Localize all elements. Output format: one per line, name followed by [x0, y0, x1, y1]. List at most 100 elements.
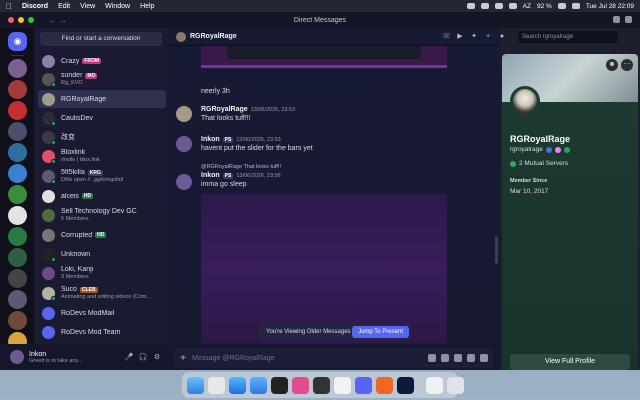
dm-item[interactable]: sunder MO Rg_EVO: [38, 70, 166, 88]
add-friend-icon[interactable]: ☻: [606, 59, 618, 71]
discord-home-icon[interactable]: ◉: [8, 32, 27, 51]
message-author[interactable]: RGRoyalRage: [201, 106, 248, 113]
clock[interactable]: Tue Jul 28 22:09: [586, 3, 634, 10]
dm-item[interactable]: Bloxlink/invite | blox.link: [38, 147, 166, 165]
apple-icon[interactable]: : [6, 2, 14, 11]
inbox-icon[interactable]: [613, 16, 620, 23]
mutual-servers[interactable]: 2 Mutual Servers: [510, 160, 568, 167]
gif-icon[interactable]: [441, 354, 449, 362]
badge-icon[interactable]: [554, 146, 561, 153]
image-embed[interactable]: [201, 46, 447, 68]
status-icon[interactable]: [494, 3, 503, 9]
server-icon[interactable]: [8, 248, 27, 267]
deafen-icon[interactable]: 🎧: [138, 352, 148, 362]
add-friends-icon[interactable]: +: [484, 33, 492, 41]
dm-item-active[interactable]: RGRoyalRage: [38, 90, 166, 108]
roblox-icon[interactable]: [313, 376, 330, 394]
sticker-icon[interactable]: [454, 354, 462, 362]
wifi-icon[interactable]: [557, 3, 566, 9]
input-source[interactable]: AZ: [523, 3, 531, 10]
menu-help[interactable]: Help: [140, 3, 154, 10]
gear-icon[interactable]: ⚙: [152, 352, 162, 362]
dm-item[interactable]: 5ft5killa KRG DMs open // .gg/kriegsfall: [38, 167, 166, 185]
mute-icon[interactable]: 🎤: [124, 352, 134, 362]
status-icon[interactable]: [508, 3, 517, 9]
help-icon[interactable]: [625, 16, 632, 23]
search-input[interactable]: Search rgroyalrage: [518, 31, 618, 43]
dm-item[interactable]: Crazy FROM: [38, 52, 166, 70]
photos-icon[interactable]: [292, 376, 309, 394]
server-icon[interactable]: [8, 143, 27, 162]
dm-item[interactable]: Unknown: [38, 245, 166, 263]
claude-icon[interactable]: [376, 376, 393, 394]
message-list[interactable]: neerly 3h RGRoyalRage 13/06/2026, 23:53 T…: [168, 46, 500, 344]
more-icon[interactable]: ⋯: [621, 59, 633, 71]
server-icon[interactable]: [8, 80, 27, 99]
jump-to-present-button[interactable]: Jump To Present: [352, 326, 409, 338]
menu-edit[interactable]: Edit: [58, 3, 70, 10]
badge-icon[interactable]: [563, 146, 570, 153]
mail-icon[interactable]: [250, 376, 267, 394]
find-conversation-button[interactable]: Find or start a conversation: [40, 32, 162, 46]
server-icon[interactable]: [8, 185, 27, 204]
server-icon[interactable]: [8, 122, 27, 141]
dm-item[interactable]: RoDevs ModMail: [38, 304, 166, 322]
dm-subtitle: Rg_EVO: [61, 80, 83, 86]
call-icon[interactable]: ☏: [442, 33, 451, 41]
status-icon[interactable]: [480, 3, 489, 9]
avatar[interactable]: [176, 136, 192, 152]
app-menu[interactable]: Discord: [22, 3, 48, 10]
server-icon[interactable]: [8, 164, 27, 183]
calendar-icon[interactable]: [334, 376, 351, 394]
profile-avatar[interactable]: [510, 86, 540, 116]
server-icon[interactable]: [8, 227, 27, 246]
dm-item[interactable]: Loki, Kanji 3 Members: [38, 264, 166, 282]
dm-item[interactable]: CaulisDev: [38, 109, 166, 127]
message-input[interactable]: Message @RGRoyalRage: [192, 355, 275, 362]
plus-icon[interactable]: +: [174, 353, 192, 364]
emoji-icon[interactable]: [467, 354, 475, 362]
avatar[interactable]: [176, 174, 192, 190]
badge-icon[interactable]: [545, 146, 552, 153]
avatar[interactable]: [176, 106, 192, 122]
dm-item[interactable]: Corrupted HD: [38, 226, 166, 244]
server-icon[interactable]: [8, 206, 27, 225]
status-icon[interactable]: [466, 3, 475, 9]
dm-item[interactable]: Sell Technology Dev GC 5 Members: [38, 206, 166, 224]
downloads-icon[interactable]: [426, 376, 443, 394]
message-author[interactable]: Inkon: [201, 172, 220, 179]
message-author[interactable]: Inkon: [201, 136, 220, 143]
video-attachment[interactable]: [201, 194, 447, 344]
server-icon[interactable]: [8, 269, 27, 288]
message-composer[interactable]: + Message @RGRoyalRage: [174, 348, 494, 368]
server-icon[interactable]: [8, 311, 27, 330]
control-center-icon[interactable]: [571, 3, 580, 9]
window-title: Direct Messages: [293, 16, 347, 24]
menu-view[interactable]: View: [80, 3, 95, 10]
dm-item[interactable]: alceis HD: [38, 187, 166, 205]
reply-reference[interactable]: @RGRoyalRage That looks tuff!!: [201, 164, 492, 170]
view-full-profile-button[interactable]: View Full Profile: [510, 354, 630, 370]
finder-icon[interactable]: [187, 376, 204, 394]
chatgpt-icon[interactable]: [271, 376, 288, 394]
launchpad-icon[interactable]: [208, 376, 225, 394]
battery-text[interactable]: 92 %: [537, 3, 552, 10]
dm-item[interactable]: 改变: [38, 128, 166, 146]
server-icon[interactable]: [8, 101, 27, 120]
apps-icon[interactable]: [480, 354, 488, 362]
scrollbar[interactable]: [495, 236, 498, 264]
trash-icon[interactable]: [447, 376, 464, 394]
dm-item[interactable]: Suco CLEB Animating and editing videos (Co…: [38, 284, 166, 302]
photoshop-icon[interactable]: [397, 376, 414, 394]
server-icon[interactable]: [8, 59, 27, 78]
dm-item[interactable]: RoDevs Mod Team: [38, 323, 166, 341]
menu-window[interactable]: Window: [105, 3, 130, 10]
safari-icon[interactable]: [229, 376, 246, 394]
profile-toggle-icon[interactable]: ●: [498, 33, 506, 41]
video-call-icon[interactable]: ▶: [456, 33, 464, 41]
user-avatar[interactable]: [10, 350, 24, 364]
discord-icon[interactable]: [355, 376, 372, 394]
server-icon[interactable]: [8, 290, 27, 309]
pin-icon[interactable]: ✦: [470, 33, 478, 41]
gift-icon[interactable]: [428, 354, 436, 362]
